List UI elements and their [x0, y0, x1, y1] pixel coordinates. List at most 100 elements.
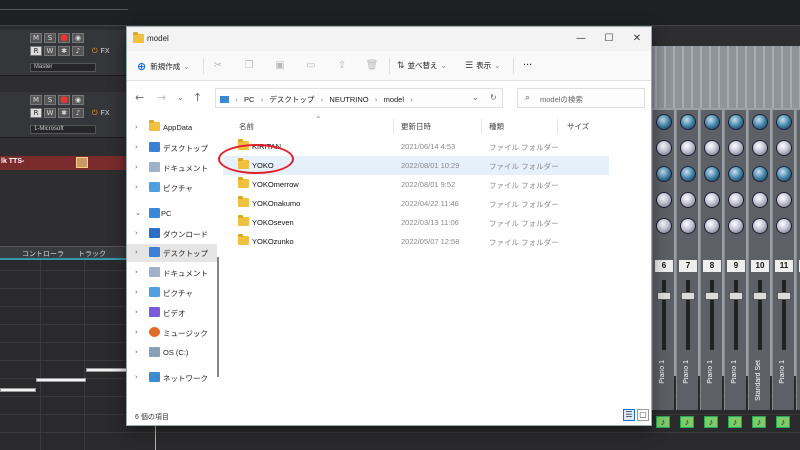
mixer-knob[interactable]	[728, 218, 744, 234]
chevron-right-icon[interactable]: ›	[135, 163, 138, 171]
mixer-knob[interactable]	[704, 114, 720, 130]
instrument-button[interactable]: ♪	[728, 416, 742, 428]
mixer-knob[interactable]	[776, 218, 792, 234]
mixer-knob[interactable]	[776, 140, 792, 156]
share-icon[interactable]: ⇪	[335, 59, 349, 73]
file-row-yokonakumo[interactable]: YOKOnakumo 2022/04/22 11:46 ファイル フォルダー	[223, 194, 609, 213]
chevron-right-icon[interactable]: ›	[135, 183, 138, 191]
mixer-knob[interactable]	[776, 114, 792, 130]
midi-note[interactable]	[36, 378, 86, 382]
mixer-knob[interactable]	[728, 166, 744, 182]
column-header-date[interactable]: 更新日時	[401, 121, 431, 132]
column-header-name[interactable]: 名前	[239, 121, 254, 132]
nav-pane-scrollbar[interactable]	[217, 257, 219, 377]
nav-item-pc[interactable]: ⌄ PC	[127, 205, 217, 223]
nav-item-desktop-selected[interactable]: › デスクトップ	[127, 244, 217, 262]
freeze-button[interactable]: ✱	[58, 46, 70, 56]
column-header-type[interactable]: 種類	[489, 121, 504, 132]
mixer-channel-strip[interactable]: 6 Piano 1 ♪	[652, 110, 674, 428]
mixer-knob[interactable]	[656, 166, 672, 182]
nav-item-documents-2[interactable]: › ドキュメント	[127, 264, 217, 282]
input-echo-button[interactable]: ♪	[72, 46, 84, 56]
mixer-knob[interactable]	[752, 218, 768, 234]
tts-track-strip[interactable]: lk TTS-	[0, 156, 128, 170]
mute-button[interactable]: M	[30, 95, 42, 105]
mixer-knob[interactable]	[776, 166, 792, 182]
title-bar[interactable]: model — ☐ ✕	[127, 27, 651, 51]
chevron-right-icon[interactable]: ›	[135, 248, 138, 256]
paste-icon[interactable]: ▣	[273, 59, 287, 73]
mixer-knob[interactable]	[704, 166, 720, 182]
freeze-button[interactable]: ✱	[58, 108, 70, 118]
column-header-size[interactable]: サイズ	[567, 121, 589, 132]
read-write-button[interactable]: R	[30, 46, 42, 56]
mixer-knob[interactable]	[656, 140, 672, 156]
nav-item-os-drive[interactable]: › OS (C:)	[127, 344, 217, 362]
mixer-knob[interactable]	[704, 218, 720, 234]
record-button[interactable]: ●	[58, 33, 70, 43]
mixer-knob[interactable]	[752, 166, 768, 182]
chevron-right-icon[interactable]: ›	[135, 308, 138, 316]
chevron-right-icon[interactable]: ›	[135, 268, 138, 276]
nav-item-desktop[interactable]: › デスクトップ	[127, 139, 217, 157]
mixer-knob[interactable]	[704, 192, 720, 208]
fader-handle[interactable]	[753, 292, 767, 300]
nav-item-documents[interactable]: › ドキュメント	[127, 159, 217, 177]
mixer-knob[interactable]	[680, 114, 696, 130]
instrument-button[interactable]: ♪	[680, 416, 694, 428]
cut-icon[interactable]: ✂	[211, 59, 225, 73]
track-output-select[interactable]: Master	[30, 63, 96, 72]
speaker-icon[interactable]	[76, 157, 88, 168]
mixer-channel-strip[interactable]: 10 Standard Set ♪	[748, 110, 770, 428]
breadcrumb-model[interactable]: model	[384, 95, 404, 104]
recent-locations-button[interactable]: ⌄	[177, 93, 184, 102]
mixer-knob[interactable]	[728, 114, 744, 130]
rename-icon[interactable]: ▭	[304, 59, 318, 73]
mixer-knob[interactable]	[656, 218, 672, 234]
tiles-view-button[interactable]: ▢	[637, 409, 649, 421]
daw-track-2[interactable]: M S ● ◉ R W ✱ ♪ ⏻ FX 1-Microsoft	[0, 92, 128, 138]
nav-item-videos[interactable]: › ビデオ	[127, 304, 217, 322]
breadcrumb-desktop[interactable]: デスクトップ	[269, 95, 314, 104]
fader-handle[interactable]	[705, 292, 719, 300]
file-row-yokozunko[interactable]: YOKOzunko 2022/05/07 12:58 ファイル フォルダー	[223, 232, 609, 251]
minimize-button[interactable]: —	[567, 27, 595, 51]
solo-button[interactable]: S	[44, 95, 56, 105]
mixer-channel-strip[interactable]: 12Piano 1♪	[796, 110, 800, 410]
midi-note[interactable]	[86, 368, 128, 372]
address-dropdown-icon[interactable]: ⌄	[472, 93, 479, 102]
mixer-knob[interactable]	[680, 192, 696, 208]
mute-button[interactable]: M	[30, 33, 42, 43]
mixer-knob[interactable]	[752, 114, 768, 130]
chevron-right-icon[interactable]: ›	[135, 229, 138, 237]
chevron-right-icon[interactable]: ›	[135, 373, 138, 381]
mixer-knob[interactable]	[680, 166, 696, 182]
mixer-channel-strip[interactable]: 7 Piano 1 ♪	[676, 110, 698, 428]
track-output-select[interactable]: 1-Microsoft	[30, 125, 96, 134]
monitor-button[interactable]: ◉	[72, 33, 84, 43]
nav-item-downloads[interactable]: › ダウンロード	[127, 225, 217, 243]
nav-item-pictures[interactable]: › ピクチャ	[127, 179, 217, 197]
mixer-knob[interactable]	[728, 192, 744, 208]
instrument-button[interactable]: ♪	[776, 416, 790, 428]
instrument-button[interactable]: ♪	[656, 416, 670, 428]
mixer-channel-strip[interactable]: 8 Piano 1 ♪	[700, 110, 722, 428]
delete-icon[interactable]: 🗑	[365, 59, 379, 73]
file-row-yokoseven[interactable]: YOKOseven 2022/03/13 11:06 ファイル フォルダー	[223, 213, 609, 232]
nav-item-appdata[interactable]: › AppData	[127, 119, 217, 137]
input-echo-button[interactable]: ♪	[72, 108, 84, 118]
monitor-button[interactable]: ◉	[72, 95, 84, 105]
instrument-button[interactable]: ♪	[752, 416, 766, 428]
mixer-knob[interactable]	[680, 218, 696, 234]
fader-handle[interactable]	[657, 292, 671, 300]
mixer-channel-strip[interactable]: 11 Piano 1 ♪	[772, 110, 794, 428]
chevron-right-icon[interactable]: ›	[135, 123, 138, 131]
breadcrumb-pc[interactable]: PC	[244, 95, 254, 104]
mixer-knob[interactable]	[680, 140, 696, 156]
chevron-right-icon[interactable]: ›	[135, 328, 138, 336]
nav-item-music[interactable]: › ミュージック	[127, 324, 217, 342]
record-button[interactable]: ●	[58, 95, 70, 105]
chevron-right-icon[interactable]: ›	[135, 348, 138, 356]
more-options-button[interactable]: ...	[523, 56, 532, 68]
new-button[interactable]: ⊕ 新規作成 ⌄	[137, 60, 190, 73]
